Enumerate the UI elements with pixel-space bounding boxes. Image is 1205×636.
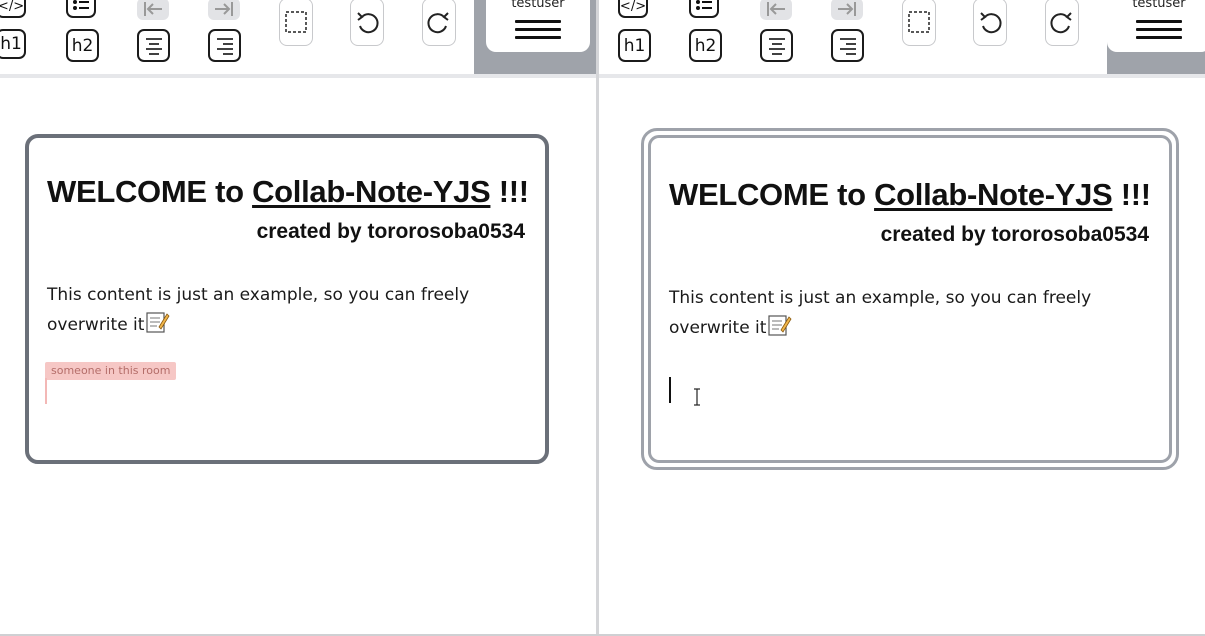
user-panel: testuser <box>1107 0 1205 74</box>
editor-card: WELCOME to Collab-Note-YJS !!! created b… <box>25 134 549 464</box>
undo-icon <box>357 12 379 34</box>
bullet-list-button[interactable] <box>66 0 96 18</box>
box-icon <box>908 11 930 33</box>
align-right-button[interactable] <box>831 29 864 62</box>
editor-card-inner: WELCOME to Collab-Note-YJS !!! created b… <box>648 135 1172 463</box>
toolbar: </> h1 h2 testuser <box>599 0 1205 78</box>
indent-icon <box>215 2 233 16</box>
indent-button[interactable] <box>208 0 240 20</box>
document-heading: WELCOME to Collab-Note-YJS !!! <box>669 175 1151 215</box>
user-panel: testuser <box>474 0 596 74</box>
outdent-icon <box>767 2 785 16</box>
paragraph-text: This content is just an example, so you … <box>47 285 470 335</box>
align-right-icon <box>839 37 856 55</box>
align-right-button[interactable] <box>208 29 241 62</box>
heading-suffix: !!! <box>490 174 529 209</box>
text-caret <box>669 377 671 403</box>
align-center-button[interactable] <box>760 29 793 62</box>
editor-content[interactable]: WELCOME to Collab-Note-YJS !!! created b… <box>47 172 529 340</box>
h1-label: h1 <box>623 35 646 56</box>
code-block-button[interactable]: </> <box>0 0 26 18</box>
h1-button[interactable]: h1 <box>618 29 651 62</box>
memo-icon <box>146 312 170 333</box>
editor-card-focused: WELCOME to Collab-Note-YJS !!! created b… <box>641 128 1179 470</box>
collaborator-cursor <box>45 378 47 404</box>
document-subheading: created by tororosoba0534 <box>880 223 1149 246</box>
redo-button[interactable] <box>1045 0 1079 46</box>
right-editor-pane: </> h1 h2 testuser WELCOME to Collab-Not… <box>599 0 1205 636</box>
redo-icon <box>1050 12 1072 34</box>
h2-button[interactable]: h2 <box>66 29 99 62</box>
list-icon <box>696 0 712 10</box>
document-paragraph: This content is just an example, so you … <box>47 280 525 340</box>
paragraph-text: This content is just an example, so you … <box>669 288 1092 338</box>
heading-suffix: !!! <box>1112 177 1151 212</box>
align-right-icon <box>216 37 233 55</box>
h2-label: h2 <box>71 35 94 56</box>
list-icon <box>73 0 89 10</box>
h2-button[interactable]: h2 <box>689 29 722 62</box>
heading-link[interactable]: Collab-Note-YJS <box>252 174 491 209</box>
heading-link[interactable]: Collab-Note-YJS <box>874 177 1113 212</box>
bullet-list-button[interactable] <box>689 0 719 18</box>
outdent-button[interactable] <box>760 0 792 20</box>
align-center-button[interactable] <box>137 29 170 62</box>
document-heading: WELCOME to Collab-Note-YJS !!! <box>47 172 529 212</box>
indent-icon <box>838 2 856 16</box>
undo-icon <box>980 12 1002 34</box>
redo-button[interactable] <box>422 0 456 46</box>
indent-button[interactable] <box>831 0 863 20</box>
code-icon: </> <box>619 0 647 14</box>
outdent-icon <box>144 2 162 16</box>
username: testuser <box>511 0 565 11</box>
collaborator-cursor-label: someone in this room <box>45 362 177 380</box>
undo-button[interactable] <box>350 0 384 46</box>
box-button[interactable] <box>902 0 936 46</box>
menu-icon[interactable] <box>515 20 561 39</box>
ibeam-cursor-icon <box>694 388 700 406</box>
outdent-button[interactable] <box>137 0 169 20</box>
user-menu[interactable]: testuser <box>486 0 590 52</box>
menu-icon[interactable] <box>1136 20 1182 39</box>
toolbar: </> h1 h2 testuser <box>0 0 596 78</box>
left-editor-pane: </> h1 h2 testuser WELCOME to Collab-Not… <box>0 0 596 636</box>
undo-button[interactable] <box>973 0 1007 46</box>
box-button[interactable] <box>279 0 313 46</box>
h1-label: h1 <box>0 34 22 54</box>
align-center-icon <box>145 37 162 55</box>
document-paragraph: This content is just an example, so you … <box>669 283 1149 343</box>
user-menu[interactable]: testuser <box>1107 0 1205 52</box>
h2-label: h2 <box>694 35 717 56</box>
heading-prefix: WELCOME to <box>669 177 875 212</box>
username: testuser <box>1132 0 1186 11</box>
editor-content[interactable]: WELCOME to Collab-Note-YJS !!! created b… <box>669 175 1151 343</box>
memo-icon <box>768 315 792 336</box>
box-icon <box>285 11 307 33</box>
align-center-icon <box>768 37 785 55</box>
document-subheading: created by tororosoba0534 <box>256 220 525 243</box>
code-icon: </> <box>0 0 25 14</box>
h1-button[interactable]: h1 <box>0 29 26 59</box>
redo-icon <box>427 12 449 34</box>
code-block-button[interactable]: </> <box>618 0 648 18</box>
heading-prefix: WELCOME to <box>47 174 253 209</box>
